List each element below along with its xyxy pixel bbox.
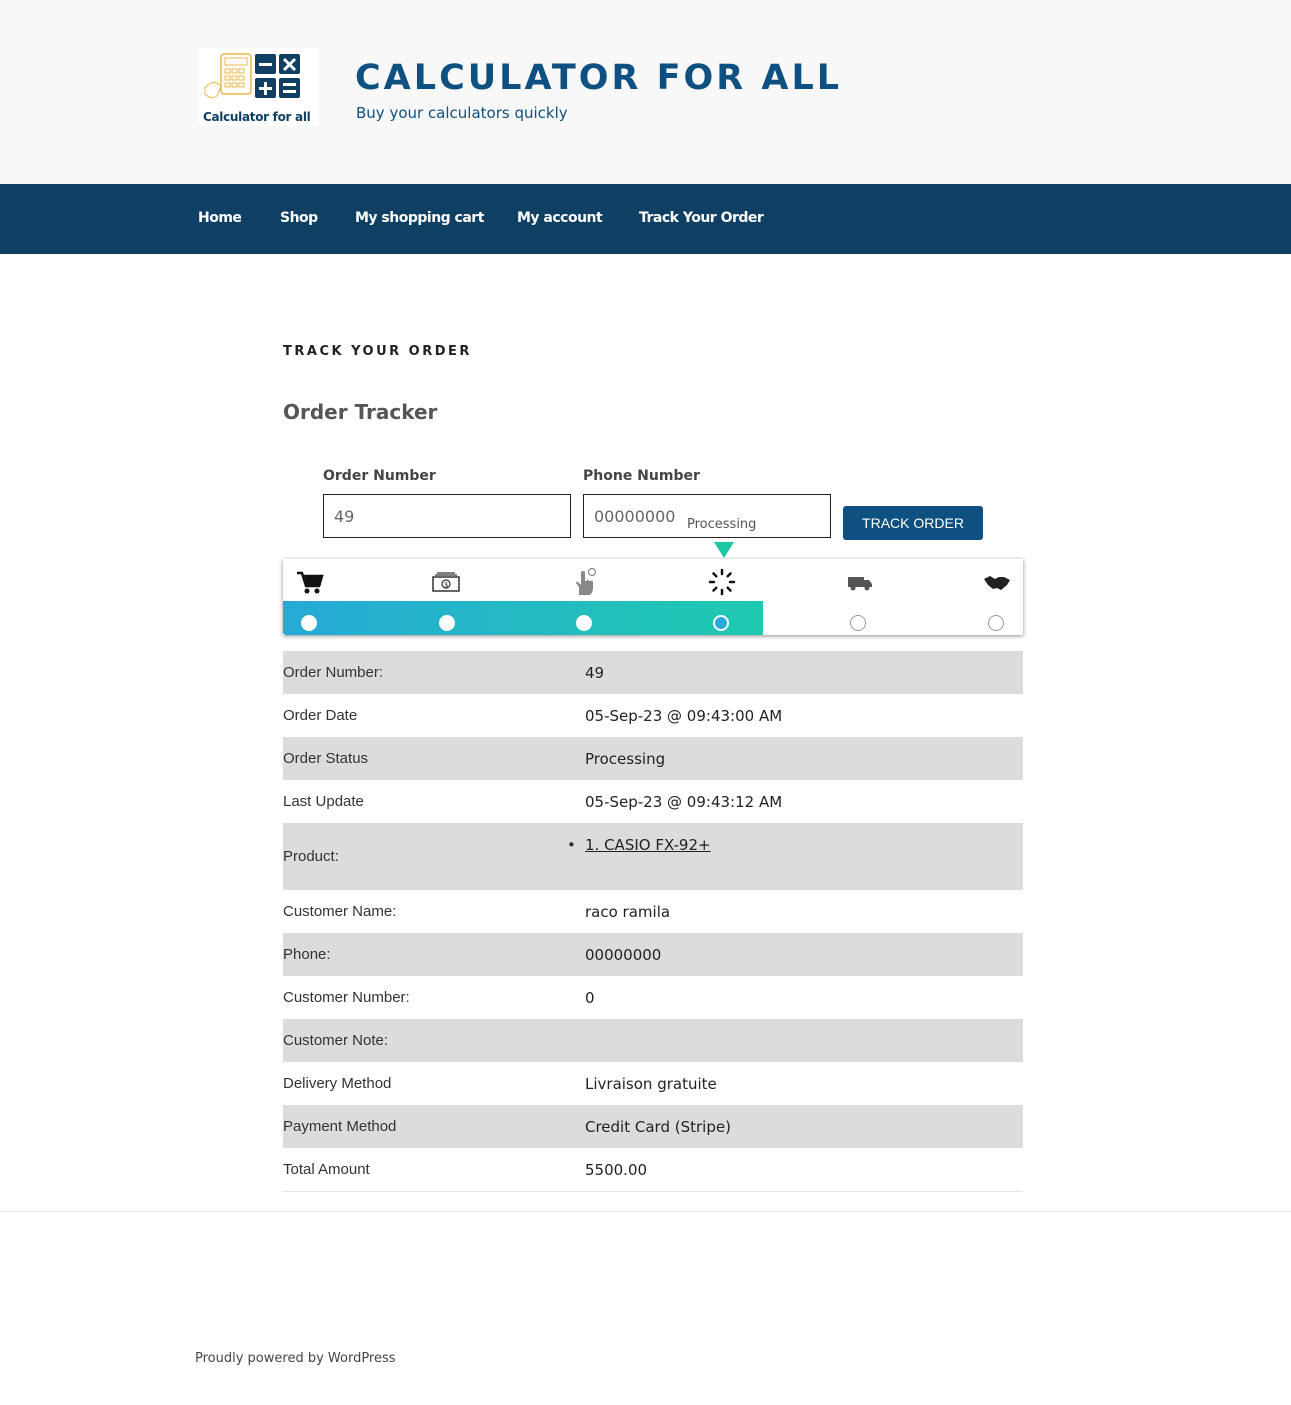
row-value: 05-Sep-23 @ 09:43:00 AM bbox=[585, 706, 783, 725]
order-tracker-title: Order Tracker bbox=[283, 400, 438, 424]
row-label: Customer Number: bbox=[283, 989, 410, 1006]
handshake-icon bbox=[984, 576, 1010, 590]
row-label: Payment Method bbox=[283, 1118, 397, 1135]
spinner-icon bbox=[708, 568, 736, 596]
phone-number-label: Phone Number bbox=[583, 468, 700, 484]
truck-icon bbox=[848, 577, 872, 591]
table-row: Payment Method Credit Card (Stripe) bbox=[283, 1105, 1023, 1148]
table-row: Product: 1. CASIO FX-92+ bbox=[283, 823, 1023, 890]
nav-shopping-cart[interactable]: My shopping cart bbox=[355, 210, 484, 226]
main-nav: Home Shop My shopping cart My account Tr… bbox=[0, 184, 1291, 254]
site-header: Calculator for all CALCULATOR FOR ALL Bu… bbox=[0, 0, 1291, 184]
row-label: Phone: bbox=[283, 946, 331, 963]
order-progress-bar: $ bbox=[283, 559, 1023, 635]
step-dot-4 bbox=[713, 615, 729, 631]
status-hint: Processing bbox=[687, 517, 757, 532]
row-value: Processing bbox=[585, 749, 666, 768]
table-row: Last Update 05-Sep-23 @ 09:43:12 AM bbox=[283, 780, 1023, 823]
progress-fill bbox=[283, 601, 763, 635]
table-row: Customer Number: 0 bbox=[283, 976, 1023, 1019]
table-row: Customer Name: raco ramila bbox=[283, 890, 1023, 933]
row-label: Last Update bbox=[283, 793, 364, 810]
row-value: 05-Sep-23 @ 09:43:12 AM bbox=[585, 792, 783, 811]
row-label: Total Amount bbox=[283, 1148, 585, 1192]
row-value: 00000000 bbox=[585, 945, 662, 964]
row-value: Livraison gratuite bbox=[585, 1074, 717, 1093]
order-number-input[interactable] bbox=[323, 494, 571, 538]
table-row: Order Date 05-Sep-23 @ 09:43:00 AM bbox=[283, 694, 1023, 737]
order-number-label: Order Number bbox=[323, 468, 436, 484]
row-label: Order Status bbox=[283, 750, 369, 767]
cash-icon: $ bbox=[432, 572, 460, 592]
product-cell: 1. CASIO FX-92+ bbox=[585, 823, 1023, 890]
table-row: Total Amount 5500.00 bbox=[283, 1148, 1023, 1192]
step-dot-1 bbox=[301, 615, 317, 631]
footer-divider bbox=[0, 1211, 1291, 1212]
row-value: 5500.00 bbox=[585, 1148, 1023, 1192]
row-value: raco ramila bbox=[585, 902, 671, 921]
row-value bbox=[585, 1019, 1023, 1062]
row-label: Delivery Method bbox=[283, 1075, 392, 1092]
product-list: 1. CASIO FX-92+ bbox=[585, 836, 1023, 854]
table-row: Customer Note: bbox=[283, 1019, 1023, 1062]
svg-text:$: $ bbox=[444, 581, 448, 589]
row-value: 49 bbox=[585, 663, 605, 682]
step-dot-2 bbox=[439, 615, 455, 631]
row-label: Order Number: bbox=[283, 664, 384, 681]
nav-my-account[interactable]: My account bbox=[517, 210, 603, 226]
product-link[interactable]: 1. CASIO FX-92+ bbox=[585, 836, 711, 854]
row-label: Customer Note: bbox=[283, 1032, 389, 1049]
cart-icon bbox=[297, 571, 324, 594]
page-title: TRACK YOUR ORDER bbox=[283, 344, 472, 359]
row-value: Credit Card (Stripe) bbox=[585, 1117, 731, 1136]
logo-caption: Calculator for all bbox=[203, 110, 311, 124]
table-row: Order Number: 49 bbox=[283, 651, 1023, 694]
nav-shop[interactable]: Shop bbox=[280, 210, 318, 226]
site-title[interactable]: CALCULATOR FOR ALL bbox=[355, 58, 842, 98]
table-row: Order Status Processing bbox=[283, 737, 1023, 780]
track-order-button[interactable]: TRACK ORDER bbox=[843, 506, 983, 540]
order-details-table: Order Number: 49 Order Date 05-Sep-23 @ 09… bbox=[283, 651, 1023, 1192]
step-dot-5 bbox=[850, 615, 866, 631]
row-label: Customer Name: bbox=[283, 903, 397, 920]
row-label: Order Date bbox=[283, 707, 358, 724]
nav-home[interactable]: Home bbox=[198, 210, 242, 226]
row-value: 0 bbox=[585, 988, 595, 1007]
site-tagline: Buy your calculators quickly bbox=[356, 104, 568, 122]
footer-credit[interactable]: Proudly powered by WordPress bbox=[195, 1351, 396, 1366]
table-row: Phone: 00000000 bbox=[283, 933, 1023, 976]
step-dot-3 bbox=[576, 615, 592, 631]
step-dot-6 bbox=[988, 615, 1004, 631]
list-item: 1. CASIO FX-92+ bbox=[585, 836, 1023, 854]
table-row: Delivery Method Livraison gratuite bbox=[283, 1062, 1023, 1105]
hand-tap-icon bbox=[576, 567, 597, 595]
current-step-pointer bbox=[714, 542, 734, 558]
nav-track-order[interactable]: Track Your Order bbox=[639, 210, 764, 226]
row-label: Product: bbox=[283, 848, 339, 865]
